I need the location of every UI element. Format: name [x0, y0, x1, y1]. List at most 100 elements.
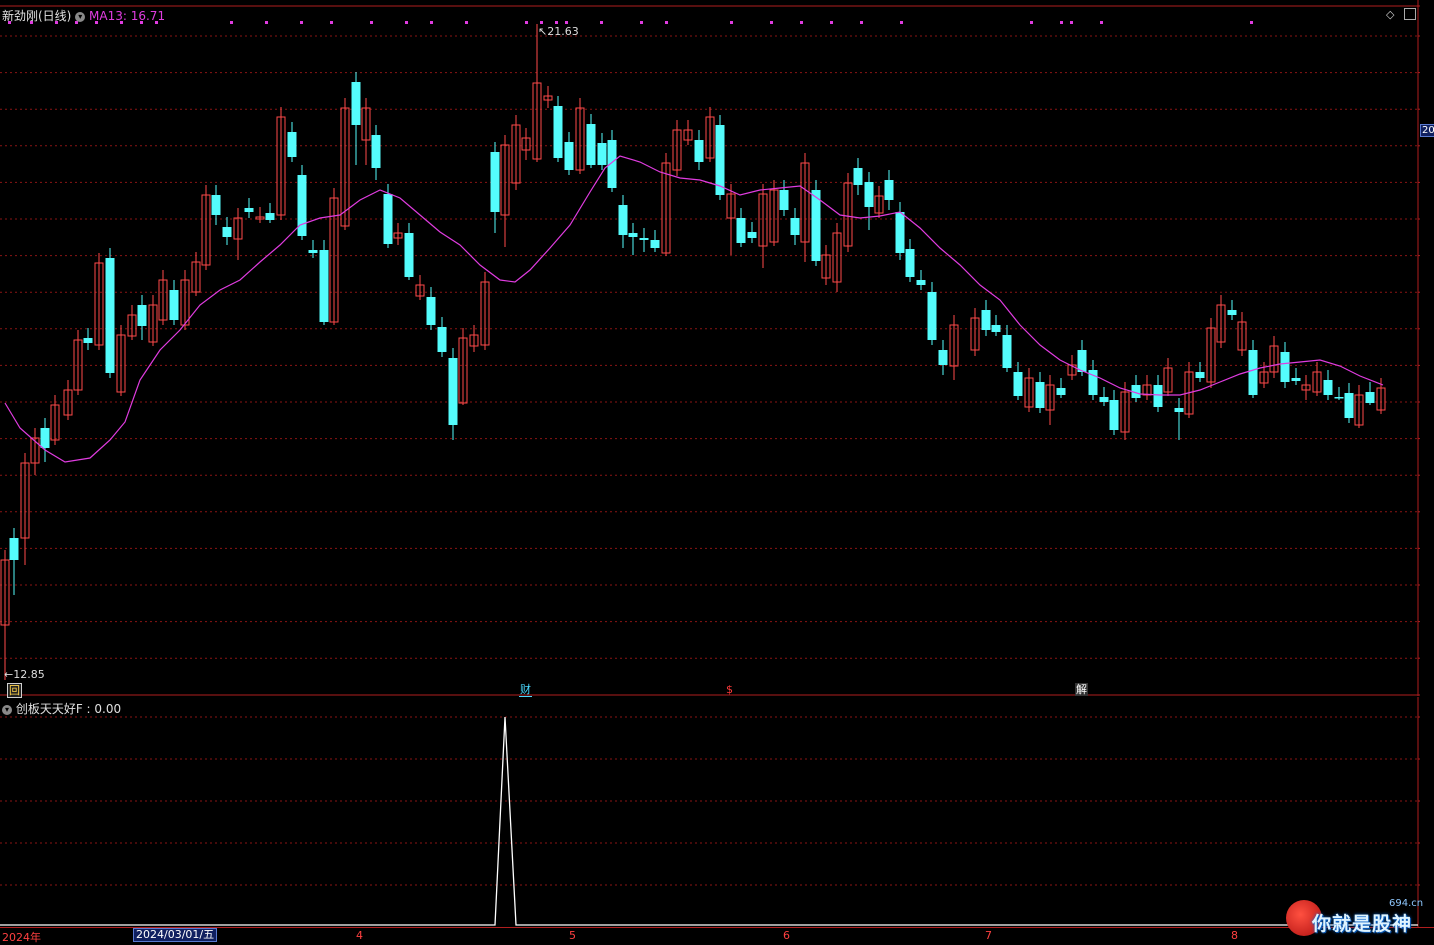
- stock-title: 新劲刚(日线): [2, 9, 72, 23]
- candle-body-down: [9, 538, 19, 560]
- diamond-icon[interactable]: ◇: [1386, 8, 1394, 21]
- price-panel[interactable]: [0, 0, 1420, 696]
- candle-body-down: [1099, 397, 1109, 402]
- collapse-icon[interactable]: ▾: [75, 11, 86, 22]
- candle-body-down: [790, 218, 800, 235]
- signal-dot: [330, 21, 333, 24]
- year-label: 2024年: [2, 931, 41, 944]
- signal-dot: [830, 21, 833, 24]
- candle-body-down: [105, 258, 115, 373]
- candle-body-down: [650, 240, 660, 248]
- signal-dot: [300, 21, 303, 24]
- candle-body-down: [169, 290, 179, 320]
- candle-body-down: [371, 135, 381, 168]
- candle-body-down: [287, 132, 297, 157]
- candle-body-down: [308, 250, 318, 253]
- indicator-panel[interactable]: [0, 697, 1420, 927]
- candle-body-down: [618, 205, 628, 235]
- watermark-text: 你就是股神: [1312, 913, 1413, 935]
- event-marker-box[interactable]: 回: [7, 683, 22, 698]
- signal-dot: [265, 21, 268, 24]
- candle-body-down: [564, 142, 574, 170]
- candle-body-down: [1227, 310, 1237, 315]
- month-label-7: 7: [985, 929, 992, 942]
- chart-header: 新劲刚(日线) ▾ MA13: 16.71: [2, 7, 165, 24]
- candle-body-down: [747, 232, 757, 238]
- candle-body-down: [811, 190, 821, 261]
- signal-dot: [600, 21, 603, 24]
- event-marker-dollar[interactable]: $: [725, 683, 734, 696]
- signal-dot: [800, 21, 803, 24]
- candle-body-down: [83, 338, 93, 343]
- candle-body-down: [211, 195, 221, 215]
- candle-body-down: [736, 218, 746, 243]
- month-label-6: 6: [783, 929, 790, 942]
- candle-body-down: [1153, 385, 1163, 407]
- event-marker-finance[interactable]: 财: [519, 683, 532, 697]
- candle-body-down: [437, 327, 447, 352]
- signal-dot: [1100, 21, 1103, 24]
- candle-body-down: [351, 82, 361, 125]
- candle-body-down: [265, 213, 275, 220]
- event-marker-unlock[interactable]: 解: [1075, 683, 1088, 696]
- indicator-header: ▾ 创板天天好F : 0.00: [2, 700, 121, 717]
- price-axis-tag: 20: [1420, 124, 1434, 137]
- signal-dot: [730, 21, 733, 24]
- candle-body-down: [628, 233, 638, 237]
- candle-body-down: [1109, 400, 1119, 430]
- candle-body-down: [1248, 350, 1258, 395]
- signal-dot: [665, 21, 668, 24]
- candle-body-down: [1077, 350, 1087, 372]
- candle-body-down: [40, 428, 50, 448]
- collapse-icon[interactable]: ▾: [2, 704, 12, 715]
- low-price-label: ←12.85: [4, 668, 45, 681]
- candle-body-down: [1195, 372, 1205, 378]
- candle-body-down: [137, 305, 147, 326]
- signal-dot: [430, 21, 433, 24]
- candle-body-down: [383, 194, 393, 244]
- candle-body-down: [864, 182, 874, 207]
- candle-body-down: [1344, 393, 1354, 418]
- candle-body-down: [916, 280, 926, 285]
- high-price-label: ↖21.63: [538, 25, 579, 38]
- candle-body-down: [426, 297, 436, 325]
- candle-body-down: [905, 249, 915, 277]
- candle-body-down: [1174, 408, 1184, 412]
- candle-body-down: [1056, 388, 1066, 395]
- indicator-line: [0, 716, 1418, 926]
- candle-body-down: [448, 358, 458, 425]
- candle-body-down: [1280, 352, 1290, 382]
- candle-body-down: [597, 143, 607, 165]
- signal-dot: [370, 21, 373, 24]
- candle-body-down: [927, 292, 937, 340]
- candle-body-down: [991, 325, 1001, 332]
- candle-body-down: [938, 350, 948, 365]
- price-chart-svg: [0, 0, 1420, 696]
- candle-body-down: [1365, 392, 1375, 403]
- signal-dot: [1060, 21, 1063, 24]
- signal-dot: [900, 21, 903, 24]
- candle-body-down: [1291, 378, 1301, 381]
- month-label-8: 8: [1231, 929, 1238, 942]
- candle-body-down: [586, 124, 596, 165]
- month-label-4: 4: [356, 929, 363, 942]
- candle-body-down: [853, 168, 863, 185]
- signal-dot: [540, 21, 543, 24]
- candle-body-down: [244, 208, 254, 212]
- candle-body-down: [553, 106, 563, 158]
- candle-body-down: [607, 140, 617, 188]
- candle-body-down: [981, 310, 991, 330]
- signal-dot: [770, 21, 773, 24]
- arrow-left-icon: ↖: [538, 25, 548, 38]
- close-icon[interactable]: [1404, 8, 1416, 20]
- candle-body-down: [1013, 372, 1023, 396]
- candle-body-down: [404, 233, 414, 277]
- candle-body-down: [779, 190, 789, 210]
- candle-body-down: [1002, 335, 1012, 368]
- signal-dot: [405, 21, 408, 24]
- time-axis: 2024年 2024/03/01/五 4 5 6 7 8: [0, 927, 1434, 944]
- candle-body-down: [319, 250, 329, 322]
- candle-body-down: [1323, 380, 1333, 395]
- signal-dot: [465, 21, 468, 24]
- signal-dot: [555, 21, 558, 24]
